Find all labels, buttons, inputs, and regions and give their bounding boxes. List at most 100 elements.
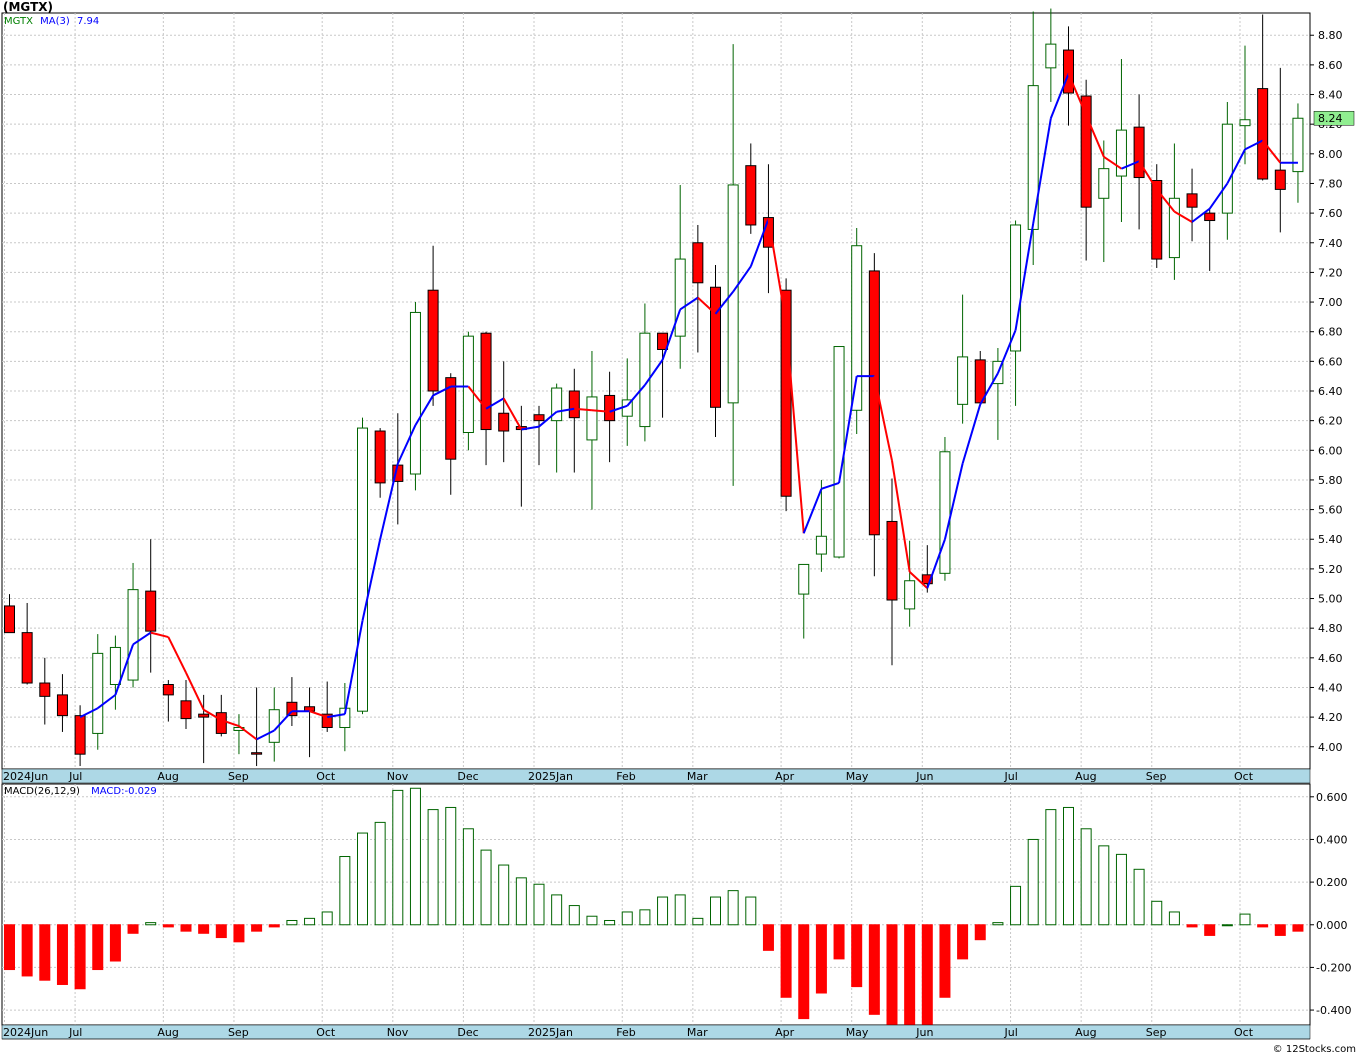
macd-bar	[1186, 924, 1198, 928]
macd-xtick-label: Feb	[616, 1026, 635, 1039]
candle-body	[39, 682, 51, 697]
macd-bar	[639, 909, 651, 926]
macd-legend-value: MACD:-0.029	[91, 786, 157, 797]
macd-bar	[939, 924, 951, 998]
macd-xtick-label: Jul	[68, 1026, 82, 1039]
candle-body	[462, 335, 474, 434]
price-xaxis-bar	[1, 768, 1311, 784]
macd-panel	[1, 783, 1311, 1026]
macd-bar	[92, 924, 104, 971]
macd-ytick-label: 0.000	[1316, 919, 1348, 932]
price-xtick-label: May	[846, 770, 869, 783]
stock-chart: 4.00 4.20 4.40 4.60 4.80 5.00 5.20 5.40 5.60 5.80…	[0, 0, 1360, 1056]
price-ytick-label: 5.60	[1318, 504, 1343, 517]
candle-body	[251, 752, 263, 755]
candle-body	[74, 715, 86, 755]
candle-body	[904, 580, 916, 610]
price-xtick-label: 2025Jan	[528, 770, 573, 783]
candle-body	[674, 258, 686, 337]
price-ytick-label: 7.80	[1318, 177, 1343, 190]
macd-bar	[109, 924, 121, 962]
macd-bar	[833, 924, 845, 960]
price-ytick-label: 4.40	[1318, 681, 1343, 694]
macd-bar	[304, 917, 316, 926]
macd-bar	[657, 896, 669, 926]
price-xtick-label: Oct	[1234, 770, 1254, 783]
macd-bar	[1010, 885, 1022, 926]
candle-body	[127, 589, 139, 681]
macd-bar	[409, 787, 421, 926]
candle-body	[162, 684, 174, 696]
macd-bar	[604, 919, 616, 926]
price-ytick-label: 6.40	[1318, 385, 1343, 398]
macd-xtick-label: Sep	[1146, 1026, 1167, 1039]
price-xtick-label: Aug	[1075, 770, 1096, 783]
macd-bar	[480, 849, 492, 926]
candle-body	[1204, 212, 1216, 222]
price-xtick-label: Feb	[616, 770, 635, 783]
macd-bar	[198, 924, 210, 934]
candle-body	[815, 535, 827, 555]
candle-body	[1045, 43, 1057, 69]
macd-bar	[127, 924, 139, 934]
price-xtick-label: Nov	[387, 770, 409, 783]
macd-xtick-label: Jul	[1004, 1026, 1018, 1039]
candle-body	[604, 394, 616, 422]
macd-bar	[1168, 911, 1180, 926]
price-ytick-label: 7.60	[1318, 207, 1343, 220]
macd-xtick-label: Nov	[387, 1026, 409, 1039]
price-ytick-label: 6.60	[1318, 355, 1343, 368]
macd-bar	[1027, 838, 1039, 926]
chart-canvas: 4.00 4.20 4.40 4.60 4.80 5.00 5.20 5.40 5.60 5.80…	[1, 8, 1355, 1040]
macd-bar	[74, 924, 86, 990]
price-xtick-label: Jul	[1004, 770, 1018, 783]
candle-body	[1274, 169, 1286, 190]
price-xtick-label: Aug	[157, 770, 178, 783]
price-ytick-label: 5.00	[1318, 593, 1343, 606]
candle-body	[1186, 193, 1198, 208]
candle-body	[21, 632, 33, 684]
macd-bar	[145, 922, 157, 926]
macd-bar	[1115, 853, 1127, 926]
macd-bar	[162, 924, 174, 928]
macd-xtick-label: Dec	[457, 1026, 478, 1039]
macd-bar	[321, 911, 333, 926]
candle-body	[480, 332, 492, 431]
price-xtick-label: Sep	[1146, 770, 1167, 783]
macd-bar	[762, 924, 774, 951]
candle-body	[1133, 126, 1145, 179]
site-credit: © 12Stocks.com	[1272, 1044, 1356, 1055]
price-ytick-label: 7.20	[1318, 266, 1343, 279]
macd-xtick-label: Mar	[687, 1026, 708, 1039]
macd-ytick-label: 0.200	[1316, 876, 1348, 889]
price-ytick-label: 5.20	[1318, 563, 1343, 576]
macd-bar	[868, 924, 880, 1015]
macd-bar	[1133, 868, 1145, 926]
candle-body	[798, 563, 810, 595]
candle-body	[180, 700, 192, 720]
macd-bar	[215, 924, 227, 939]
candle-body	[1080, 95, 1092, 208]
candle-body	[56, 694, 68, 717]
candle-body	[109, 646, 121, 686]
macd-xtick-label: May	[846, 1026, 869, 1039]
macd-bar	[674, 894, 686, 926]
macd-legend-label: MACD(26,12,9)	[4, 786, 80, 797]
macd-bar	[921, 924, 933, 1026]
macd-bar	[533, 883, 545, 926]
macd-bar	[727, 890, 739, 926]
macd-bar	[904, 924, 916, 1026]
macd-bar	[515, 877, 527, 926]
macd-bar	[798, 924, 810, 1020]
candle-body	[92, 652, 104, 734]
price-legend: MGTX MA(3) 7.94	[4, 16, 99, 27]
macd-xtick-label: Aug	[157, 1026, 178, 1039]
candle-body	[692, 242, 704, 284]
macd-bar	[815, 924, 827, 994]
chart-title: (MGTX)	[3, 0, 53, 14]
price-ytick-label: 6.20	[1318, 415, 1343, 428]
macd-bar	[1080, 828, 1092, 926]
macd-ytick-label: 0.600	[1316, 791, 1348, 804]
macd-bar	[710, 896, 721, 926]
price-ytick-label: 8.60	[1318, 59, 1343, 72]
